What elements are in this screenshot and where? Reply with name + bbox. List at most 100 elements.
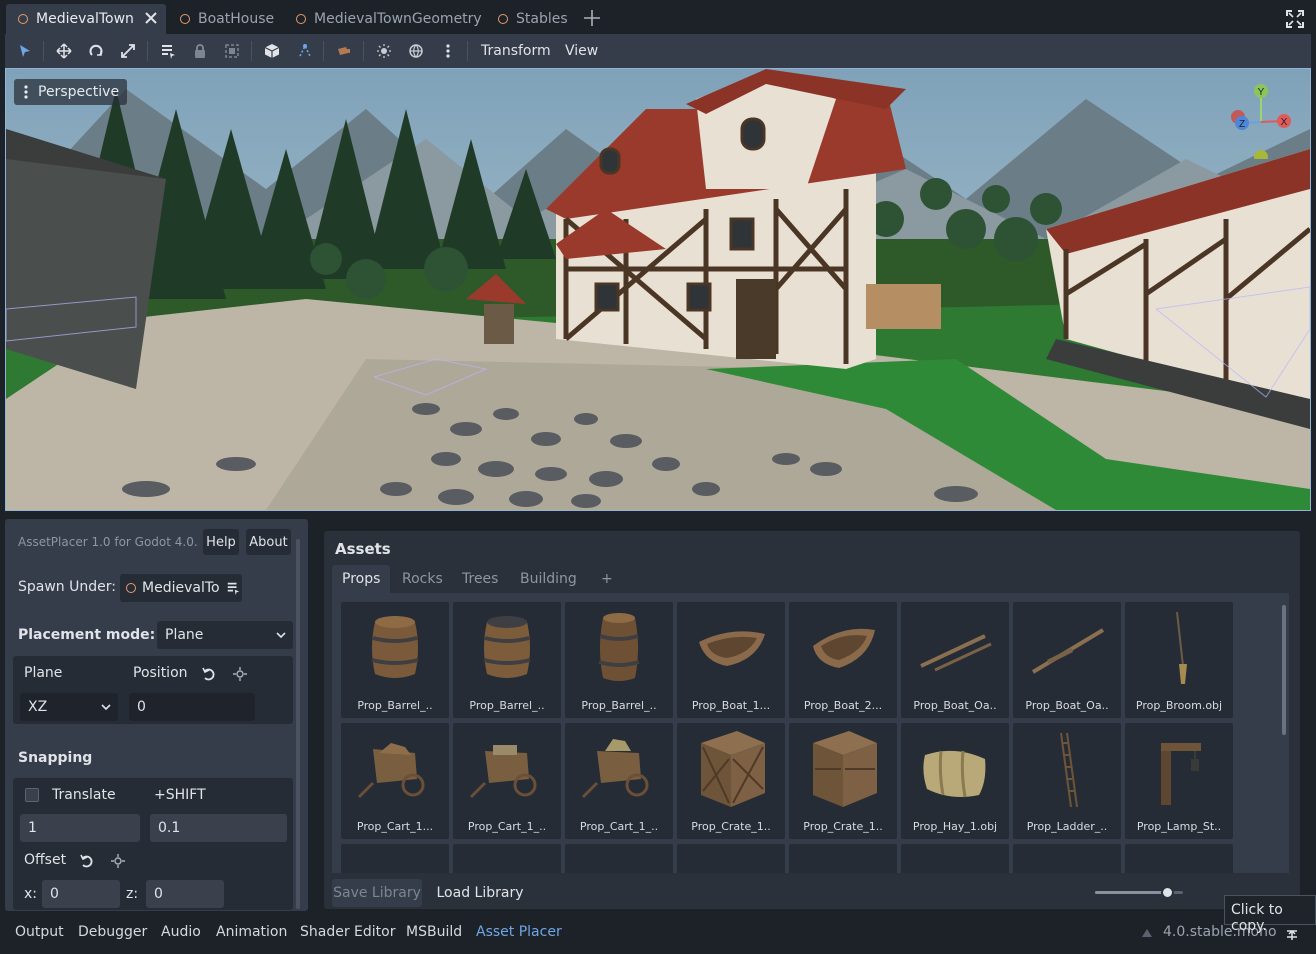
rotate-tool-button[interactable] <box>85 41 107 61</box>
orientation-gizmo[interactable]: Y Z X <box>1228 79 1298 159</box>
tab-trees[interactable]: Trees <box>452 565 508 593</box>
asset-tile[interactable]: Prop_Cart_1_.. <box>565 723 673 839</box>
tab-msbuild[interactable]: MSBuild <box>406 924 462 940</box>
crosshair-icon[interactable] <box>232 666 248 682</box>
tab-shader-editor[interactable]: Shader Editor <box>300 924 395 940</box>
snap-toggle-button[interactable] <box>261 41 283 61</box>
use-local-space-button[interactable] <box>294 41 316 61</box>
thumbnail-size-slider[interactable] <box>1095 886 1183 899</box>
crate-thumbnail <box>813 731 877 807</box>
group-icon <box>225 44 239 58</box>
crosshair-icon[interactable] <box>110 853 126 869</box>
scene-tab-label: Stables <box>516 11 568 27</box>
asset-grid-scrollbar[interactable] <box>1282 605 1286 735</box>
asset-tile-label: Prop_Lamp_St.. <box>1136 820 1222 833</box>
asset-tile-label: Prop_Barrel_.. <box>581 699 657 712</box>
position-label: Position <box>133 665 188 681</box>
tab-props[interactable]: Props <box>332 565 391 593</box>
spawn-under-node-button[interactable]: MedievalTo <box>120 574 242 602</box>
load-library-button[interactable]: Load Library <box>432 879 528 907</box>
asset-tile[interactable] <box>1125 844 1233 873</box>
scene-tab-boathouse[interactable]: BoatHouse <box>168 4 280 34</box>
scene-tab-medievaltowngeometry[interactable]: MedievalTownGeometry <box>284 4 484 34</box>
environment-button[interactable] <box>405 41 427 61</box>
asset-tile[interactable]: Prop_Cart_1... <box>341 723 449 839</box>
perspective-label: Perspective <box>38 84 120 100</box>
offset-z-input[interactable]: 0 <box>146 880 224 908</box>
asset-tile[interactable] <box>901 844 1009 873</box>
asset-tile[interactable]: Prop_Boat_2... <box>789 602 897 718</box>
cart-thumbnail <box>581 739 649 799</box>
position-input[interactable]: 0 <box>129 693 255 721</box>
perspective-menu-button[interactable]: Perspective <box>14 79 128 105</box>
asset-tile[interactable] <box>341 844 449 873</box>
barrel-thumbnail <box>483 616 531 678</box>
scene-tab-medievaltown[interactable]: MedievalTown <box>6 4 166 34</box>
scene-icon <box>498 14 508 24</box>
asset-tile[interactable]: Prop_Ladder_.. <box>1013 723 1121 839</box>
plane-select[interactable]: XZ <box>20 693 118 721</box>
tab-rocks[interactable]: Rocks <box>392 565 453 593</box>
placement-mode-select[interactable]: Plane <box>157 621 293 649</box>
asset-tile[interactable]: Prop_Lamp_St.. <box>1125 723 1233 839</box>
cart-thumbnail <box>469 745 537 799</box>
asset-tile[interactable]: Prop_Broom.obj <box>1125 602 1233 718</box>
asset-tile[interactable]: Prop_Hay_1.obj <box>901 723 1009 839</box>
tab-asset-placer[interactable]: Asset Placer <box>476 924 562 940</box>
preview-sun-button[interactable] <box>333 41 355 61</box>
tab-building[interactable]: Building <box>510 565 587 593</box>
settings-scrollbar[interactable] <box>296 539 300 909</box>
save-library-button[interactable]: Save Library <box>332 879 422 907</box>
asset-tile[interactable] <box>453 844 561 873</box>
asset-tile-label: Prop_Barrel_.. <box>357 699 433 712</box>
slider-grabber[interactable] <box>1161 886 1175 899</box>
reset-icon[interactable] <box>79 853 95 869</box>
oar-thumbnail <box>1031 628 1105 674</box>
cursor-icon <box>20 45 30 57</box>
translate-checkbox[interactable] <box>25 788 39 802</box>
add-scene-icon[interactable] <box>582 8 602 28</box>
asset-tile[interactable]: Prop_Boat_Oa.. <box>1013 602 1121 718</box>
offset-x-input[interactable]: 0 <box>42 880 120 908</box>
asset-tile[interactable] <box>677 844 785 873</box>
asset-tile[interactable]: Prop_Boat_Oa.. <box>901 602 1009 718</box>
shift-label: +SHIFT <box>154 787 206 803</box>
close-icon[interactable] <box>142 9 160 27</box>
about-button[interactable]: About <box>246 529 291 555</box>
tab-audio[interactable]: Audio <box>161 924 201 940</box>
asset-tile[interactable]: Prop_Barrel_.. <box>565 602 673 718</box>
tooltip: Click to copy. <box>1224 895 1316 934</box>
distraction-free-icon[interactable] <box>1286 10 1304 28</box>
pin-panel-icon[interactable] <box>1285 928 1299 942</box>
reset-icon[interactable] <box>201 666 217 682</box>
tab-output[interactable]: Output <box>15 924 64 940</box>
scene-tab-stables[interactable]: Stables <box>486 4 576 34</box>
tab-animation[interactable]: Animation <box>216 924 287 940</box>
asset-tile[interactable]: Prop_Boat_1... <box>677 602 785 718</box>
scale-tool-button[interactable] <box>117 41 139 61</box>
asset-tile[interactable]: Prop_Barrel_.. <box>453 602 561 718</box>
translate-snap-input[interactable]: 1 <box>20 814 140 842</box>
sun-button[interactable] <box>373 41 395 61</box>
asset-tile[interactable]: Prop_Cart_1_.. <box>453 723 561 839</box>
lock-button[interactable] <box>189 41 211 61</box>
asset-tile[interactable]: Prop_Barrel_.. <box>341 602 449 718</box>
group-button[interactable] <box>221 41 243 61</box>
list-select-button[interactable] <box>157 41 179 61</box>
asset-tile[interactable]: Prop_Crate_1.. <box>789 723 897 839</box>
add-library-tab[interactable]: + <box>591 565 623 593</box>
shift-snap-input[interactable]: 0.1 <box>150 814 287 842</box>
globe-icon <box>409 44 423 58</box>
asset-tile[interactable] <box>1013 844 1121 873</box>
transform-menu[interactable]: Transform <box>481 40 551 62</box>
tab-debugger[interactable]: Debugger <box>78 924 147 940</box>
select-tool-button[interactable] <box>14 41 36 61</box>
asset-tile[interactable]: Prop_Crate_1.. <box>677 723 785 839</box>
asset-tile[interactable] <box>565 844 673 873</box>
3d-viewport[interactable]: Perspective Y Z X <box>5 68 1311 511</box>
help-button[interactable]: Help <box>203 529 239 555</box>
more-options-button[interactable] <box>437 41 459 61</box>
view-menu[interactable]: View <box>565 40 598 62</box>
move-tool-button[interactable] <box>53 41 75 61</box>
asset-tile[interactable] <box>789 844 897 873</box>
